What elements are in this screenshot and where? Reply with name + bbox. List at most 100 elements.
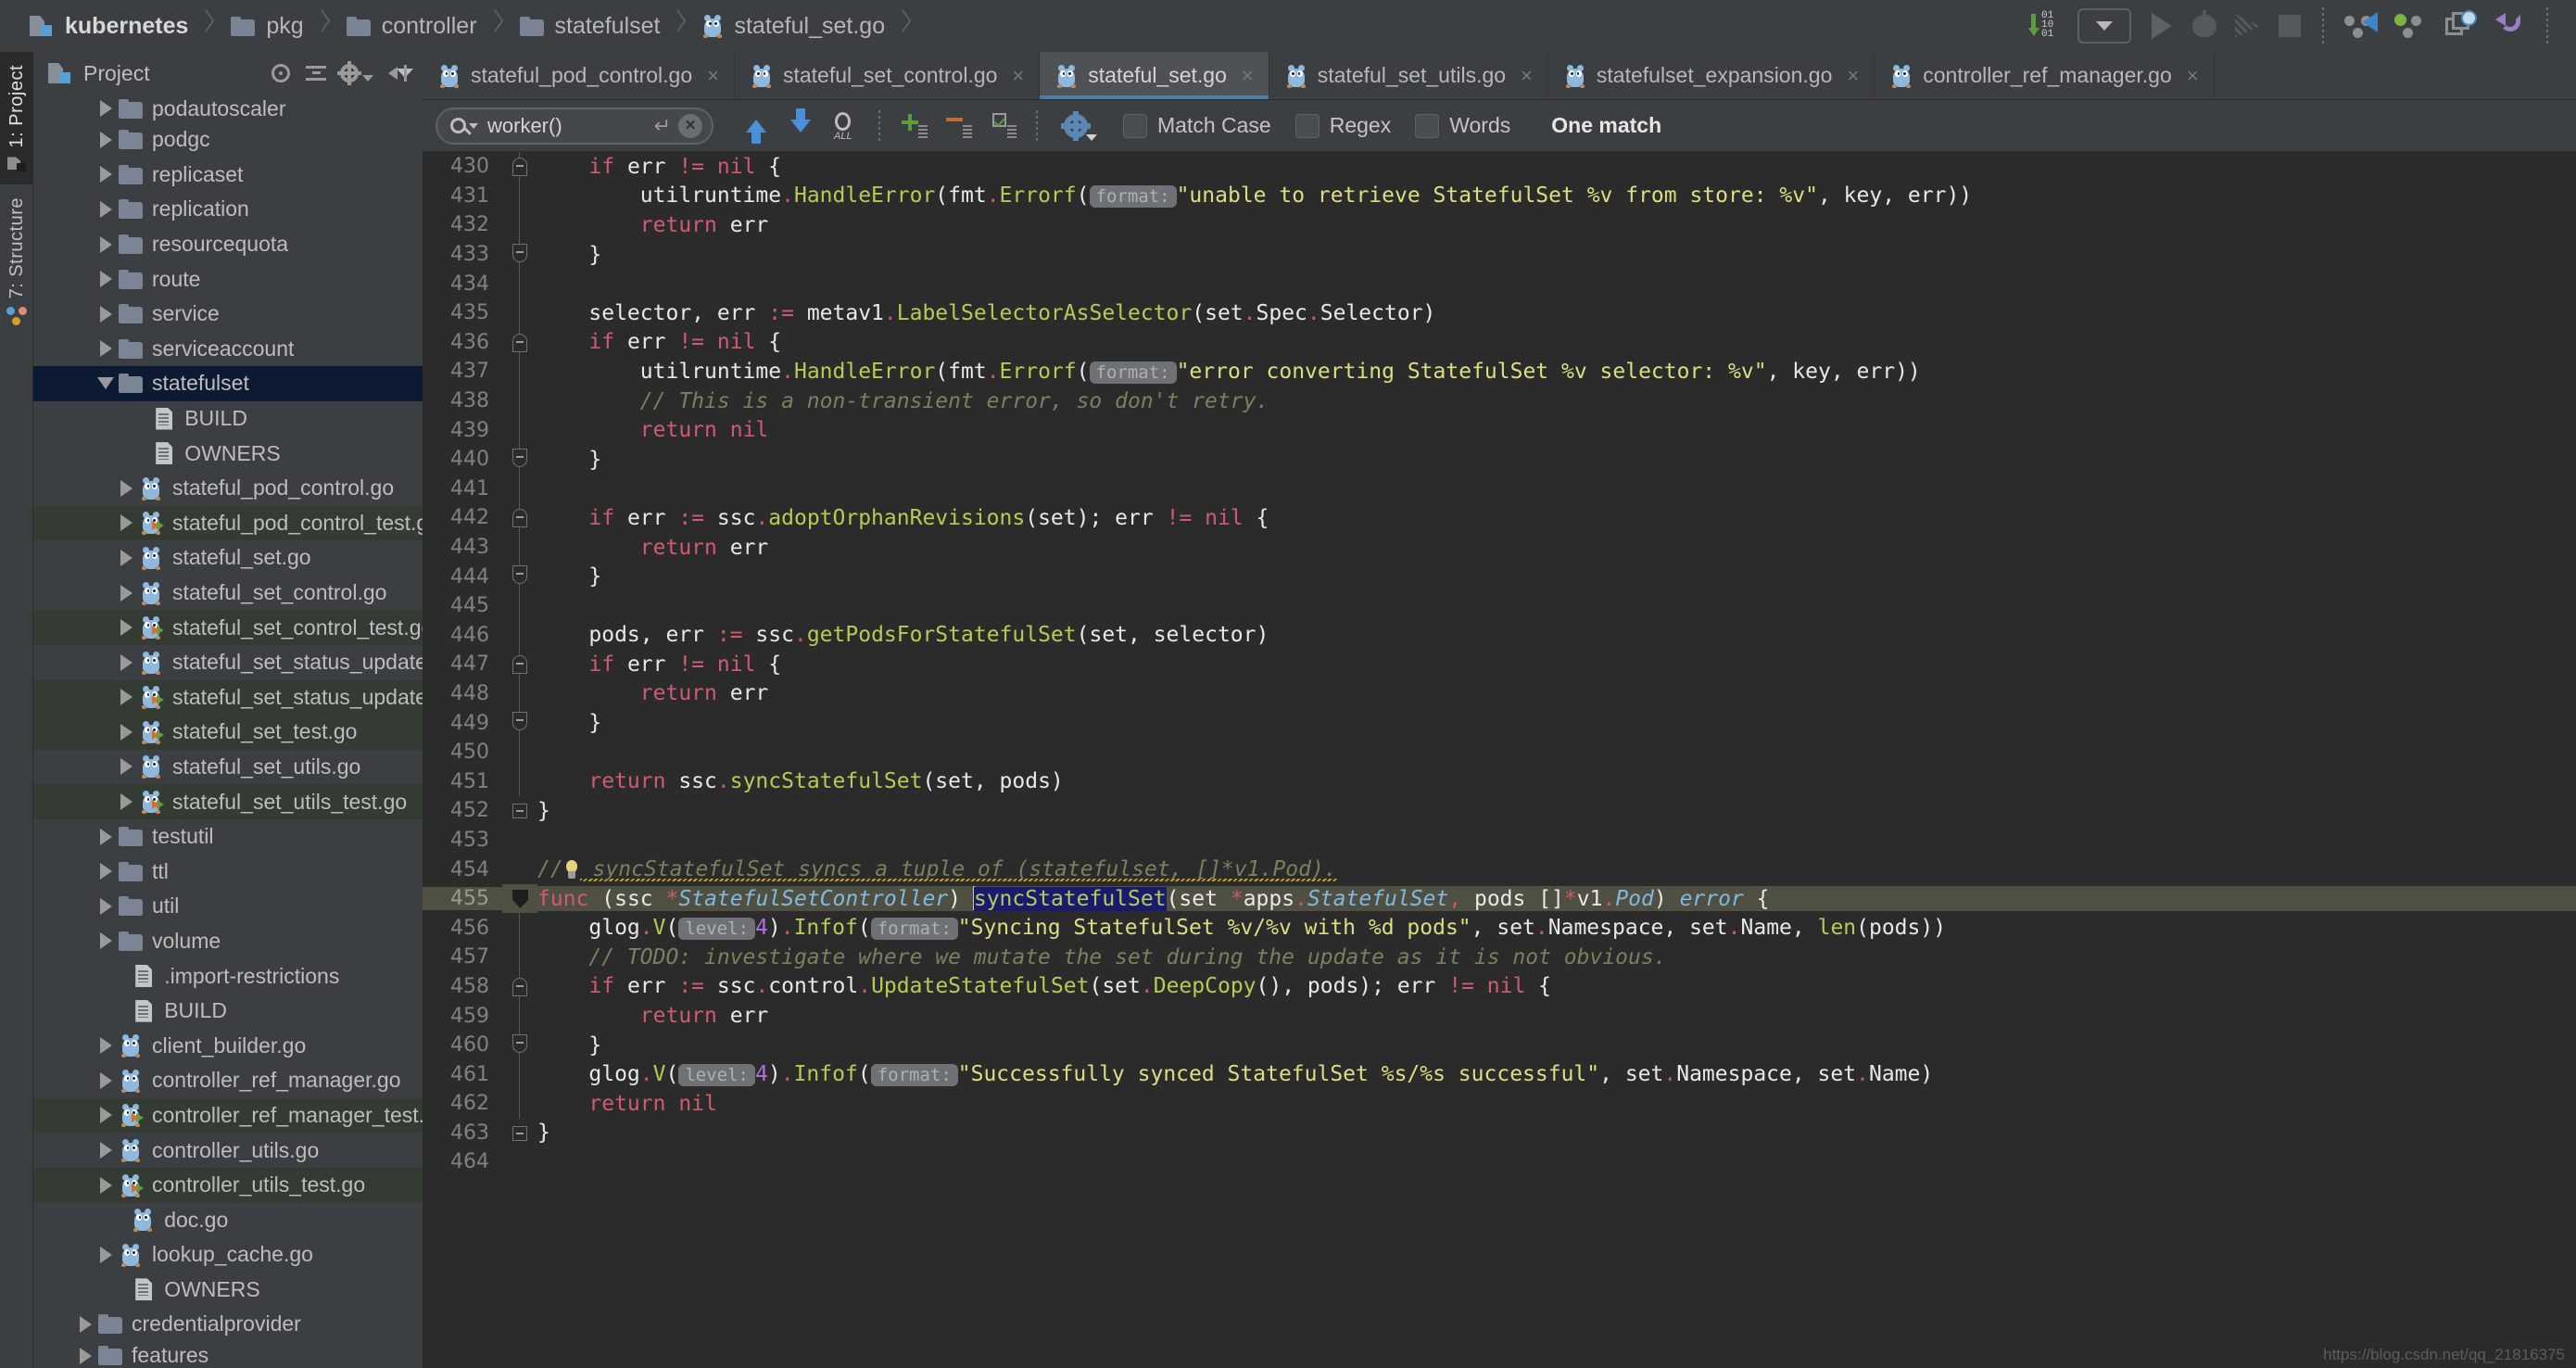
close-icon[interactable]: × bbox=[678, 113, 702, 138]
tree-expand-arrow[interactable] bbox=[95, 235, 117, 253]
fold-gutter[interactable] bbox=[502, 943, 537, 972]
tree-file-row[interactable]: BUILD bbox=[33, 401, 423, 437]
fold-gutter[interactable] bbox=[502, 444, 537, 475]
find-option-regex[interactable]: Regex bbox=[1294, 113, 1415, 138]
editor-tab-stateful-pod-control-go[interactable]: stateful_pod_control.go × bbox=[423, 52, 735, 99]
fold-gutter[interactable] bbox=[502, 971, 537, 1002]
fold-gutter[interactable] bbox=[502, 766, 537, 797]
fold-gutter[interactable] bbox=[502, 796, 537, 826]
fold-gutter[interactable] bbox=[502, 1089, 537, 1119]
close-icon[interactable]: × bbox=[1521, 65, 1533, 86]
fold-gutter[interactable] bbox=[502, 737, 537, 767]
hide-panel-button[interactable] bbox=[382, 57, 413, 89]
tree-file-row[interactable]: BUILD bbox=[33, 994, 423, 1029]
fold-gutter[interactable] bbox=[502, 1059, 537, 1089]
fold-gutter[interactable] bbox=[502, 298, 537, 328]
tree-file-row[interactable]: OWNERS bbox=[33, 1273, 423, 1308]
tree-expand-arrow[interactable] bbox=[95, 100, 117, 117]
debug-button[interactable] bbox=[2183, 5, 2226, 47]
tree-file-row[interactable]: stateful_set_status_updater.go bbox=[33, 645, 423, 680]
find-option-words[interactable]: Words bbox=[1415, 113, 1534, 138]
tree-folder-row[interactable]: service bbox=[33, 297, 423, 332]
enter-icon[interactable]: ↵ bbox=[654, 114, 671, 138]
stop-button[interactable] bbox=[2268, 5, 2311, 47]
run-with-coverage-button[interactable] bbox=[2226, 5, 2268, 47]
breadcrumb-item-controller[interactable]: controller bbox=[337, 0, 511, 52]
tree-file-row[interactable]: doc.go bbox=[33, 1202, 423, 1237]
tree-expand-arrow[interactable] bbox=[95, 1176, 117, 1194]
breadcrumb-item-pkg[interactable]: pkg bbox=[221, 0, 336, 52]
fold-gutter[interactable] bbox=[502, 883, 537, 914]
fold-gutter[interactable] bbox=[502, 386, 537, 416]
breadcrumb-item-stateful-set-go[interactable]: stateful_set.go bbox=[693, 0, 918, 52]
checkbox[interactable] bbox=[1123, 113, 1147, 138]
tree-expand-arrow[interactable] bbox=[95, 305, 117, 323]
tree-file-row[interactable]: stateful_set_test.go bbox=[33, 715, 423, 750]
tree-expand-arrow[interactable] bbox=[95, 271, 117, 288]
select-all-occurrences-button[interactable] bbox=[980, 104, 1025, 148]
tree-expand-arrow[interactable] bbox=[115, 514, 137, 532]
fold-gutter[interactable] bbox=[502, 532, 537, 563]
tree-expand-arrow[interactable] bbox=[95, 1071, 117, 1089]
fold-gutter[interactable] bbox=[502, 620, 537, 651]
find-previous-button[interactable] bbox=[734, 104, 778, 148]
fold-gutter[interactable] bbox=[502, 503, 537, 533]
chevron-down-icon[interactable] bbox=[469, 122, 478, 129]
fold-gutter[interactable] bbox=[502, 181, 537, 211]
breadcrumb-item-statefulset[interactable]: statefulset bbox=[511, 0, 694, 52]
tree-file-row[interactable]: controller_ref_manager_test.go bbox=[33, 1097, 423, 1134]
tree-folder-row[interactable]: podautoscaler bbox=[33, 95, 423, 122]
tree-file-row[interactable]: stateful_set_utils.go bbox=[33, 750, 423, 785]
tree-file-row[interactable]: stateful_set_control_test.go bbox=[33, 610, 423, 645]
fold-gutter[interactable] bbox=[502, 590, 537, 621]
tree-expand-arrow[interactable] bbox=[115, 793, 137, 811]
fold-gutter[interactable] bbox=[502, 415, 537, 445]
fold-gutter[interactable] bbox=[502, 327, 537, 358]
tree-folder-row[interactable]: resourcequota bbox=[33, 227, 423, 262]
tree-expand-arrow[interactable] bbox=[115, 619, 137, 637]
fold-gutter[interactable] bbox=[502, 650, 537, 679]
tree-expand-arrow[interactable] bbox=[95, 340, 117, 358]
editor-tab-controller-ref-manager-go[interactable]: controller_ref_manager.go × bbox=[1875, 52, 2215, 99]
tree-folder-row[interactable]: serviceaccount bbox=[33, 332, 423, 367]
code-editor[interactable]: 430 if err != nil {431 utilruntime.Handl… bbox=[423, 152, 2576, 1368]
tree-folder-row[interactable]: ttl bbox=[33, 854, 423, 889]
close-icon[interactable]: × bbox=[2187, 65, 2199, 86]
tree-file-row[interactable]: stateful_pod_control.go bbox=[33, 471, 423, 506]
tree-file-row[interactable]: stateful_set.go bbox=[33, 540, 423, 576]
project-tree[interactable]: podautoscaler podgc replicaset replication r… bbox=[33, 95, 423, 1368]
tree-expand-arrow[interactable] bbox=[95, 932, 117, 950]
tree-folder-row[interactable]: volume bbox=[33, 924, 423, 959]
search-input[interactable]: worker() ↵ × bbox=[436, 107, 713, 145]
tree-folder-row[interactable]: statefulset bbox=[33, 366, 423, 401]
find-all-button[interactable]: ALL bbox=[823, 104, 867, 148]
vcs-rollback-button[interactable] bbox=[2485, 5, 2535, 47]
close-icon[interactable]: × bbox=[707, 65, 719, 86]
editor-tab-stateful-set-control-go[interactable]: stateful_set_control.go × bbox=[735, 52, 1041, 99]
fold-gutter[interactable] bbox=[502, 239, 537, 270]
tree-folder-row[interactable]: route bbox=[33, 261, 423, 297]
tree-expand-arrow[interactable] bbox=[95, 200, 117, 218]
close-icon[interactable]: × bbox=[1012, 65, 1024, 86]
tree-expand-arrow[interactable] bbox=[115, 479, 137, 497]
fold-gutter[interactable] bbox=[502, 678, 537, 709]
breadcrumb-item-kubernetes[interactable]: kubernetes bbox=[20, 0, 221, 52]
tree-expand-arrow[interactable] bbox=[74, 1347, 96, 1364]
fold-gutter[interactable] bbox=[502, 562, 537, 591]
collapse-all-button[interactable] bbox=[300, 57, 332, 89]
tool-window-tab-7-structure[interactable]: 7: Structure bbox=[0, 184, 33, 337]
tree-expand-arrow[interactable] bbox=[74, 1315, 96, 1333]
tree-file-row[interactable]: OWNERS bbox=[33, 436, 423, 471]
scroll-from-source-button[interactable] bbox=[265, 57, 297, 89]
fold-gutter[interactable] bbox=[502, 210, 537, 240]
fold-gutter[interactable] bbox=[502, 1119, 537, 1148]
find-settings-button[interactable] bbox=[1049, 104, 1103, 148]
fold-gutter[interactable] bbox=[502, 913, 537, 944]
tree-expand-arrow[interactable] bbox=[115, 723, 137, 741]
tree-folder-row[interactable]: util bbox=[33, 889, 423, 924]
tree-expand-arrow[interactable] bbox=[115, 549, 137, 566]
checkbox[interactable] bbox=[1294, 113, 1320, 138]
tool-window-tab-1-project[interactable]: 1: Project bbox=[0, 52, 33, 185]
tree-file-row[interactable]: stateful_set_utils_test.go bbox=[33, 784, 423, 819]
vcs-commit-button[interactable] bbox=[2385, 5, 2435, 47]
